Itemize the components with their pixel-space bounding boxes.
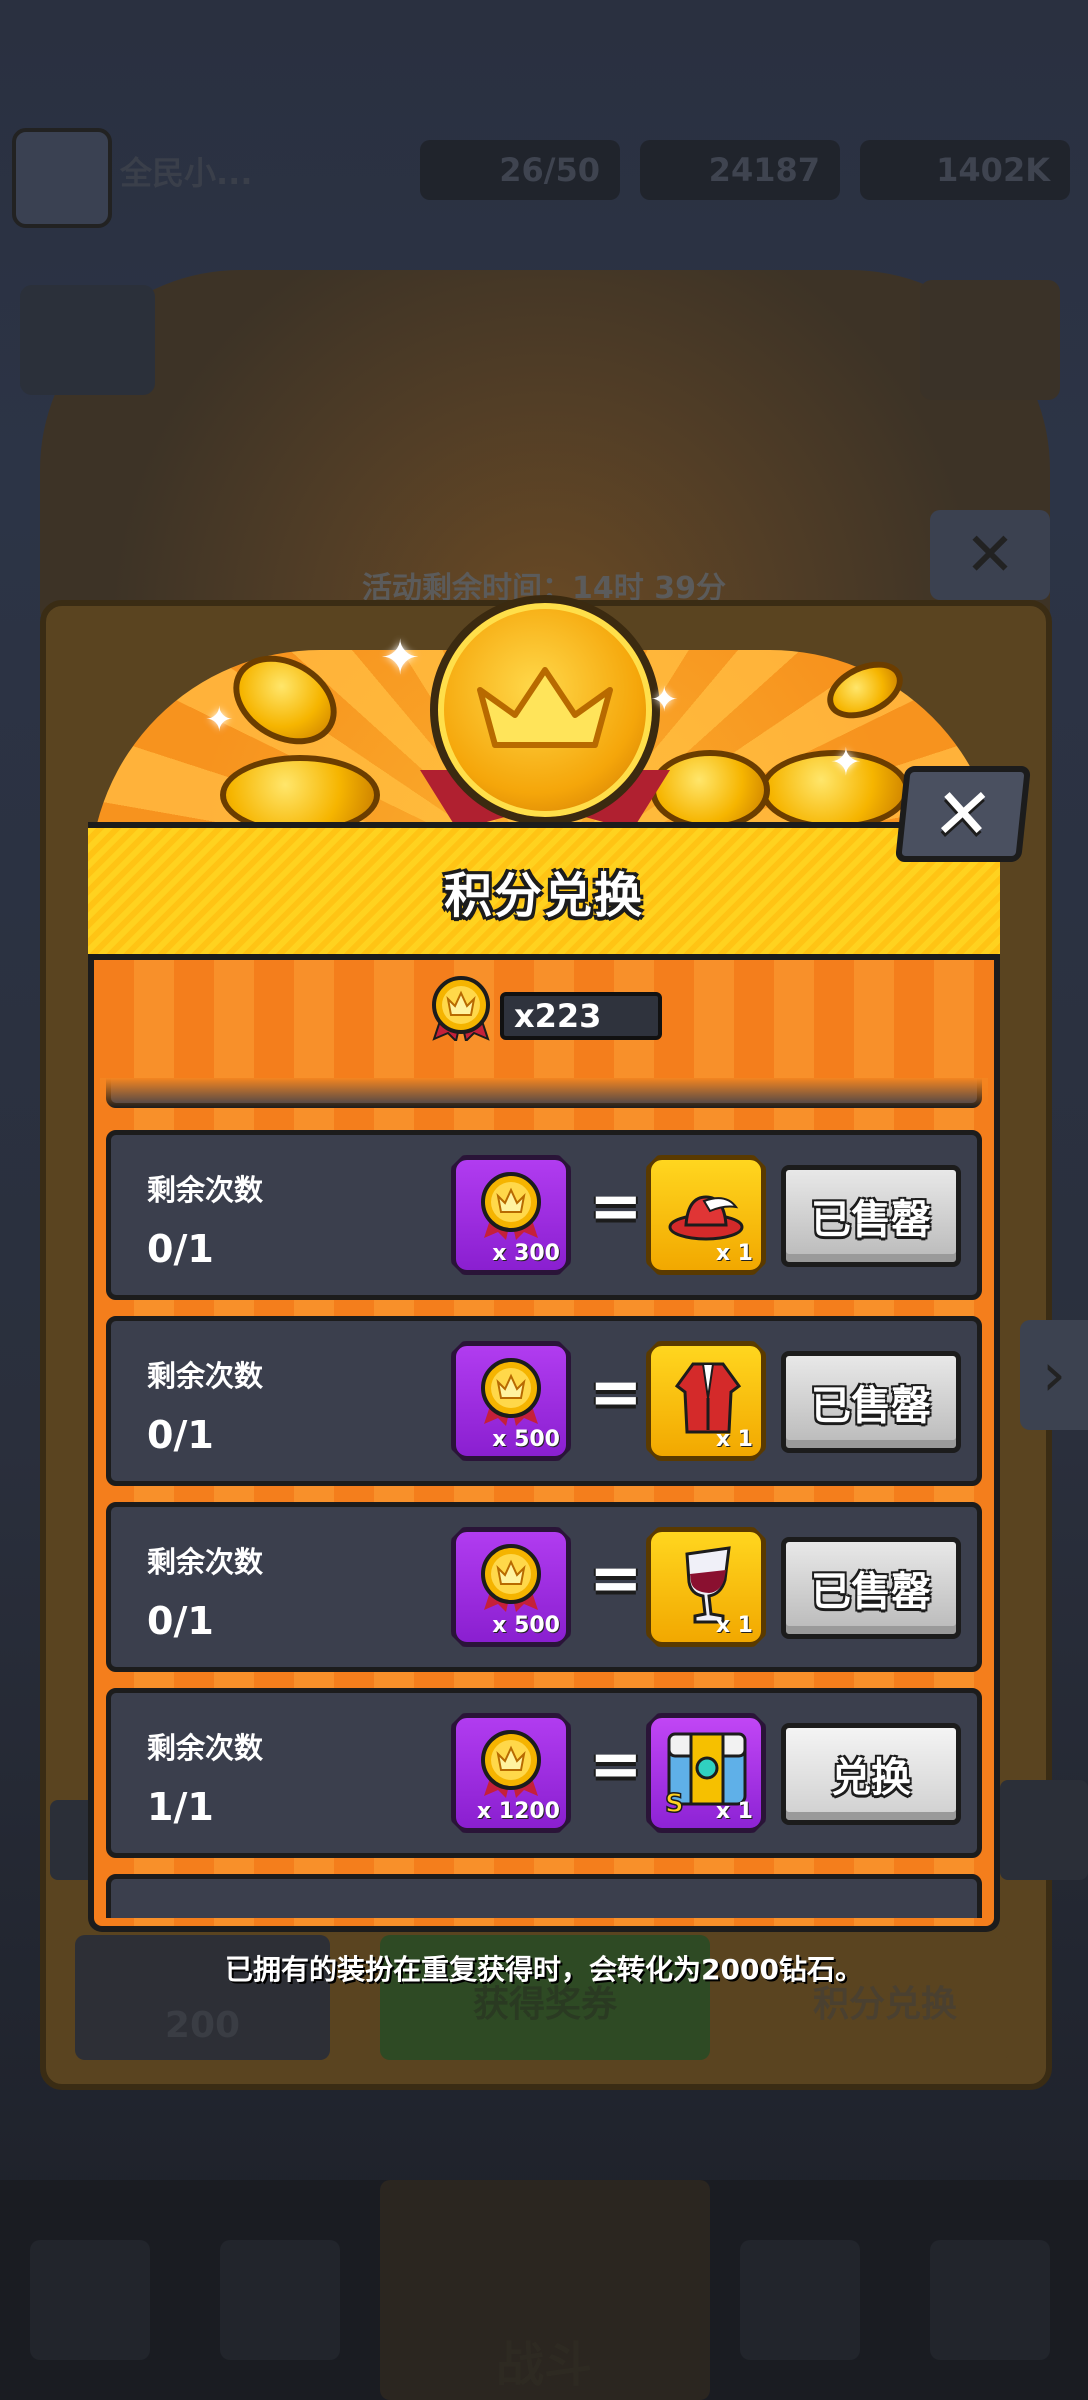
nav-guild-icon[interactable] — [740, 2240, 860, 2360]
remaining-count: 0/1 — [147, 1227, 214, 1271]
exchange-row: 剩余次数 1/1 x 1200 = S x 1 兑换 — [106, 1688, 982, 1858]
svg-text:S: S — [665, 1789, 684, 1816]
menu-list-icon[interactable] — [20, 285, 155, 395]
reward-slot[interactable]: x 1 — [646, 1341, 766, 1461]
remaining-count: 0/1 — [147, 1413, 214, 1457]
cost-slot: x 500 — [451, 1341, 571, 1461]
remaining-label: 剩余次数 — [147, 1545, 264, 1579]
exchange-list[interactable]: 剩余次数 0/1 x 300 = x 1 已售罄 剩余次数 0/1 x 500 … — [100, 1078, 988, 1918]
remaining-label: 剩余次数 — [147, 1359, 264, 1393]
nav-sword-icon[interactable] — [930, 2240, 1050, 2360]
equals-sign: = — [589, 1542, 643, 1616]
close-button[interactable]: ✕ — [894, 766, 1032, 862]
cost-slot: x 500 — [451, 1527, 571, 1647]
exchange-row: 剩余次数 0/1 x 500 = x 1 已售罄 — [106, 1502, 982, 1672]
equals-sign: = — [589, 1728, 643, 1802]
sold-out-button[interactable]: 已售罄 — [781, 1165, 961, 1267]
player-name: 全民小... — [120, 154, 253, 192]
sparkle-icon: ✦ — [650, 680, 679, 720]
remaining-label: 剩余次数 — [147, 1731, 264, 1765]
button-label: 已售罄 — [811, 1569, 931, 1615]
sparkle-icon: ✦ — [380, 630, 421, 686]
coin-counter: 24187 — [640, 140, 840, 200]
points-medal-icon — [481, 1730, 541, 1798]
nav-shop-icon[interactable] — [30, 2240, 150, 2360]
gold-coin-icon — [650, 750, 770, 830]
points-medal-icon — [481, 1544, 541, 1612]
shield-icon[interactable] — [920, 280, 1060, 400]
power-counter: 1402K — [860, 140, 1070, 200]
remaining-count: 0/1 — [147, 1599, 214, 1643]
sparkle-icon: ✦ — [205, 700, 234, 740]
points-medal-icon — [432, 976, 490, 1041]
right-side-icon[interactable] — [1000, 1780, 1088, 1880]
cost-amount: x 300 — [492, 1241, 560, 1266]
player-avatar[interactable] — [12, 128, 112, 228]
remaining-count: 1/1 — [147, 1785, 214, 1829]
sold-out-button[interactable]: 已售罄 — [781, 1351, 961, 1453]
reward-slot[interactable]: x 1 — [646, 1527, 766, 1647]
red-hat-icon — [668, 1195, 744, 1241]
energy-counter: 26/50 — [420, 140, 620, 200]
remaining-label: 剩余次数 — [147, 1173, 264, 1207]
button-label: 兑换 — [831, 1755, 911, 1801]
modal-title: 积分兑换 — [443, 868, 644, 924]
reward-quantity: x 1 — [715, 1427, 753, 1452]
chevron-right-icon[interactable]: › — [1020, 1320, 1088, 1430]
wine-glass-icon — [685, 1546, 731, 1624]
equals-sign: = — [589, 1170, 643, 1244]
modal-title-band: 积分兑换 — [88, 822, 1000, 960]
red-coat-icon — [674, 1362, 742, 1434]
cost-slot: x 1200 — [451, 1713, 571, 1833]
equals-sign: = — [589, 1356, 643, 1430]
sparkle-icon: ✦ — [830, 740, 862, 784]
reward-slot[interactable]: x 1 — [646, 1155, 766, 1275]
reward-quantity: x 1 — [715, 1613, 753, 1638]
cost-amount: x 1200 — [476, 1799, 560, 1824]
reward-slot[interactable]: S x 1 — [646, 1713, 766, 1833]
button-label: 已售罄 — [811, 1197, 931, 1243]
list-fade — [100, 1078, 988, 1108]
list-item — [106, 1874, 982, 1918]
cost-amount: x 500 — [492, 1613, 560, 1638]
close-x-icon: ✕ — [929, 773, 997, 855]
points-medal-icon — [481, 1172, 541, 1240]
exchange-button[interactable]: 兑换 — [781, 1723, 961, 1825]
current-shop-value: 200 — [164, 2005, 241, 2046]
points-medal-icon — [481, 1358, 541, 1426]
cost-slot: x 300 — [451, 1155, 571, 1275]
nav-hero-icon[interactable] — [220, 2240, 340, 2360]
footer-note: 已拥有的装扮在重复获得时，会转化为2000钻石。 — [225, 1953, 863, 1986]
button-label: 已售罄 — [811, 1383, 931, 1429]
exchange-row: 剩余次数 0/1 x 300 = x 1 已售罄 — [106, 1130, 982, 1300]
cost-amount: x 500 — [492, 1427, 560, 1452]
crown-icon — [477, 667, 613, 748]
sold-out-button[interactable]: 已售罄 — [781, 1537, 961, 1639]
reward-quantity: x 1 — [715, 1241, 753, 1266]
reward-quantity: x 1 — [715, 1799, 753, 1824]
exchange-row: 剩余次数 0/1 x 500 = x 1 已售罄 — [106, 1316, 982, 1486]
nav-battle-label: 战斗 — [495, 2337, 592, 2393]
points-balance: x223 — [500, 992, 662, 1040]
